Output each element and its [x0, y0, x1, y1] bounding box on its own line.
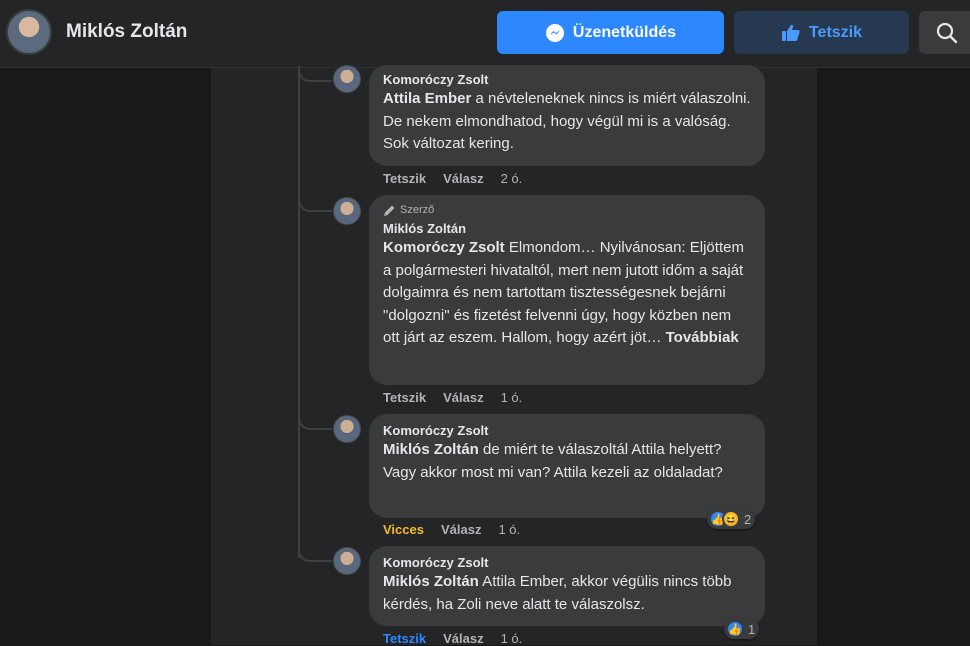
- comment-bubble: Komoróczy Zsolt Miklós Zoltán Attila Emb…: [369, 546, 765, 626]
- comment-text: Komoróczy Zsolt Elmondom… Nyilvánosan: E…: [383, 237, 751, 350]
- message-button[interactable]: Üzenetküldés: [497, 11, 724, 54]
- comment-bubble: Komoróczy Zsolt Miklós Zoltán de miért t…: [369, 414, 765, 518]
- comment-author[interactable]: Miklós Zoltán: [383, 220, 751, 237]
- comment-actions: Tetszik Válasz 1 ó.: [383, 390, 539, 405]
- haha-reaction-icon: 😆: [722, 510, 740, 528]
- avatar[interactable]: [333, 415, 361, 443]
- comment-bubble: Szerző Miklós Zoltán Komoróczy Zsolt Elm…: [369, 195, 765, 385]
- comment-author[interactable]: Komoróczy Zsolt: [383, 71, 751, 88]
- like-action[interactable]: Tetszik: [383, 631, 426, 646]
- comment-text: Miklós Zoltán de miért te válaszoltál At…: [383, 439, 751, 484]
- like-action[interactable]: Tetszik: [383, 390, 426, 405]
- comment-time[interactable]: 1 ó.: [498, 522, 520, 537]
- comment-author[interactable]: Komoróczy Zsolt: [383, 422, 751, 439]
- mention-link[interactable]: Miklós Zoltán: [383, 573, 479, 590]
- message-button-label: Üzenetküldés: [572, 23, 677, 41]
- page-title[interactable]: Miklós Zoltán: [66, 21, 187, 43]
- like-action[interactable]: Tetszik: [383, 171, 426, 186]
- mention-link[interactable]: Miklós Zoltán: [383, 441, 479, 458]
- comment-actions: Tetszik Válasz 2 ó.: [383, 171, 539, 186]
- reaction-count: 1: [748, 621, 756, 637]
- mention-link[interactable]: Attila Ember: [383, 90, 471, 107]
- reply-action[interactable]: Válasz: [441, 522, 481, 537]
- like-reaction-icon: 👍: [726, 620, 744, 638]
- reply-action[interactable]: Válasz: [443, 390, 483, 405]
- funny-reaction-action[interactable]: Vicces: [383, 522, 424, 537]
- reply-action[interactable]: Válasz: [443, 171, 483, 186]
- reaction-summary[interactable]: 👍 1: [724, 619, 760, 639]
- comment-text: Miklós Zoltán Attila Ember, akkor végüli…: [383, 571, 751, 616]
- search-button[interactable]: [919, 11, 970, 54]
- avatar[interactable]: [333, 197, 361, 225]
- reaction-summary[interactable]: 👍 😆 2: [707, 509, 756, 529]
- author-badge-label: Szerző: [400, 204, 435, 216]
- page-avatar[interactable]: [6, 9, 52, 55]
- avatar[interactable]: [333, 547, 361, 575]
- like-page-label: Tetszik: [808, 23, 863, 41]
- reaction-count: 2: [744, 511, 752, 527]
- thread-connector: [298, 66, 332, 82]
- comment-bubble: Komoróczy Zsolt Attila Ember a névtelene…: [369, 65, 765, 166]
- like-page-button[interactable]: Tetszik: [734, 11, 909, 54]
- thread-connector: [298, 546, 332, 562]
- comment-author[interactable]: Komoróczy Zsolt: [383, 554, 751, 571]
- comment-time[interactable]: 1 ó.: [501, 631, 523, 646]
- mention-link[interactable]: Komoróczy Zsolt: [383, 239, 505, 256]
- thumbs-up-icon: [781, 24, 800, 41]
- reply-action[interactable]: Válasz: [443, 631, 483, 646]
- messenger-icon: [545, 23, 564, 42]
- thread-line: [298, 68, 300, 558]
- page-header: Miklós Zoltán Üzenetküldés Tetszik: [0, 0, 970, 68]
- comment-actions: Tetszik Válasz 1 ó.: [383, 631, 539, 646]
- comment-text: Attila Ember a névteleneknek nincs is mi…: [383, 88, 751, 156]
- comment-time[interactable]: 1 ó.: [501, 390, 523, 405]
- thread-connector: [298, 196, 332, 212]
- see-more-link[interactable]: Továbbiak: [666, 329, 739, 346]
- search-icon: [936, 22, 958, 43]
- avatar[interactable]: [333, 65, 361, 93]
- thread-connector: [298, 414, 332, 430]
- comment-actions: Vicces Válasz 1 ó.: [383, 522, 537, 537]
- pencil-icon: [384, 205, 395, 216]
- author-badge: Szerző: [383, 203, 751, 217]
- comment-time[interactable]: 2 ó.: [501, 171, 523, 186]
